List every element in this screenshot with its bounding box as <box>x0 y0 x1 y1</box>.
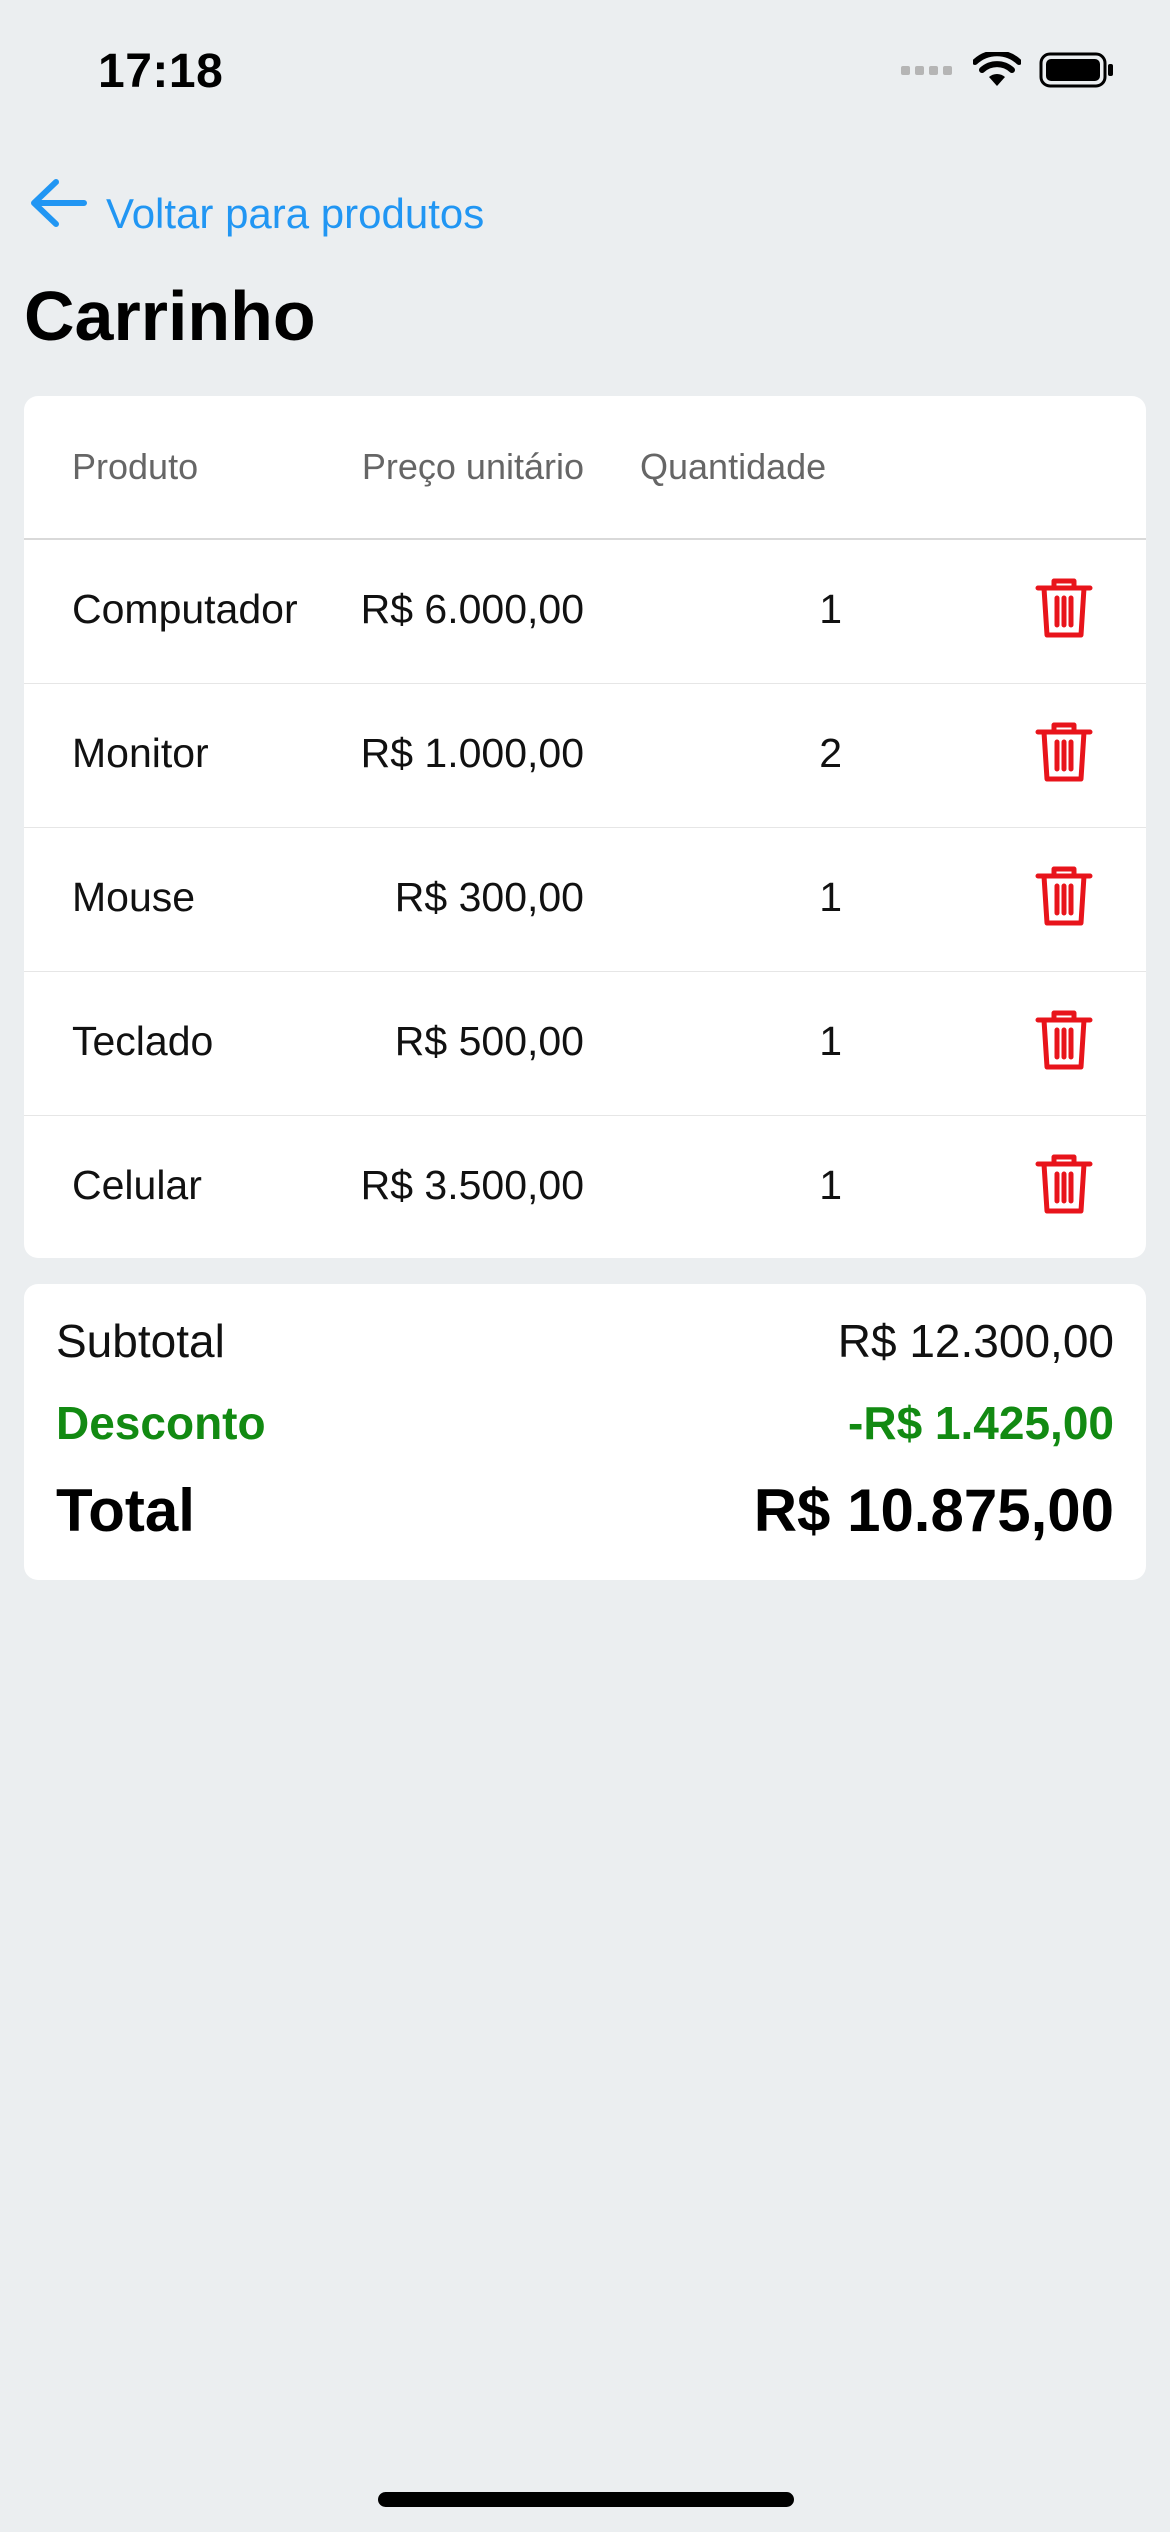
quantity: 1 <box>819 1018 842 1064</box>
discount-label: Desconto <box>56 1397 266 1449</box>
total-value: R$ 10.875,00 <box>753 1477 1114 1544</box>
product-name: Celular <box>72 1162 202 1208</box>
product-name: Mouse <box>72 874 196 920</box>
table-row: Computador R$ 6.000,00 1 <box>24 540 1146 684</box>
unit-price: R$ 300,00 <box>394 874 584 920</box>
trash-icon[interactable] <box>1034 1152 1094 1216</box>
table-header: Produto Preço unitário Quantidade <box>24 396 1146 540</box>
trash-icon[interactable] <box>1034 1008 1094 1072</box>
subtotal-value: R$ 12.300,00 <box>837 1315 1114 1367</box>
table-row: Mouse R$ 300,00 1 <box>24 828 1146 972</box>
table-row: Monitor R$ 1.000,00 2 <box>24 684 1146 828</box>
quantity: 1 <box>819 874 842 920</box>
back-to-products-link[interactable]: Voltar para produtos <box>28 168 484 238</box>
status-time: 17:18 <box>98 45 224 98</box>
signal-icon <box>901 63 955 82</box>
column-header-product: Produto <box>72 446 199 487</box>
product-name: Teclado <box>72 1018 214 1064</box>
product-name: Monitor <box>72 730 209 776</box>
home-indicator[interactable] <box>378 2492 794 2507</box>
table-row: Celular R$ 3.500,00 1 <box>24 1116 1146 1258</box>
total-label: Total <box>56 1477 195 1544</box>
column-header-quantity: Quantidade <box>640 446 827 487</box>
back-link-label: Voltar para produtos <box>106 190 485 237</box>
battery-icon <box>1039 52 1115 93</box>
quantity: 2 <box>819 730 842 776</box>
trash-icon[interactable] <box>1034 576 1094 640</box>
total-row: Total R$ 10.875,00 <box>56 1476 1114 1545</box>
discount-row: Desconto -R$ 1.425,00 <box>56 1396 1114 1450</box>
trash-icon[interactable] <box>1034 720 1094 784</box>
quantity: 1 <box>819 586 842 632</box>
status-bar: 17:18 <box>0 0 1170 150</box>
product-name: Computador <box>72 586 298 632</box>
unit-price: R$ 500,00 <box>394 1018 584 1064</box>
arrow-left-icon <box>28 176 88 230</box>
unit-price: R$ 3.500,00 <box>360 1162 584 1208</box>
trash-icon[interactable] <box>1034 864 1094 928</box>
order-summary: Subtotal R$ 12.300,00 Desconto -R$ 1.425… <box>24 1284 1146 1580</box>
subtotal-row: Subtotal R$ 12.300,00 <box>56 1314 1114 1368</box>
column-header-price: Preço unitário <box>361 446 584 487</box>
table-row: Teclado R$ 500,00 1 <box>24 972 1146 1116</box>
status-icons <box>901 50 1115 93</box>
cart-table: Produto Preço unitário Quantidade Comput… <box>24 396 1146 1258</box>
discount-value: -R$ 1.425,00 <box>848 1397 1114 1449</box>
page-title: Carrinho <box>24 277 316 355</box>
unit-price: R$ 1.000,00 <box>360 730 584 776</box>
quantity: 1 <box>819 1162 842 1208</box>
wifi-icon <box>972 50 1022 93</box>
unit-price: R$ 6.000,00 <box>360 586 584 632</box>
subtotal-label: Subtotal <box>56 1315 225 1367</box>
